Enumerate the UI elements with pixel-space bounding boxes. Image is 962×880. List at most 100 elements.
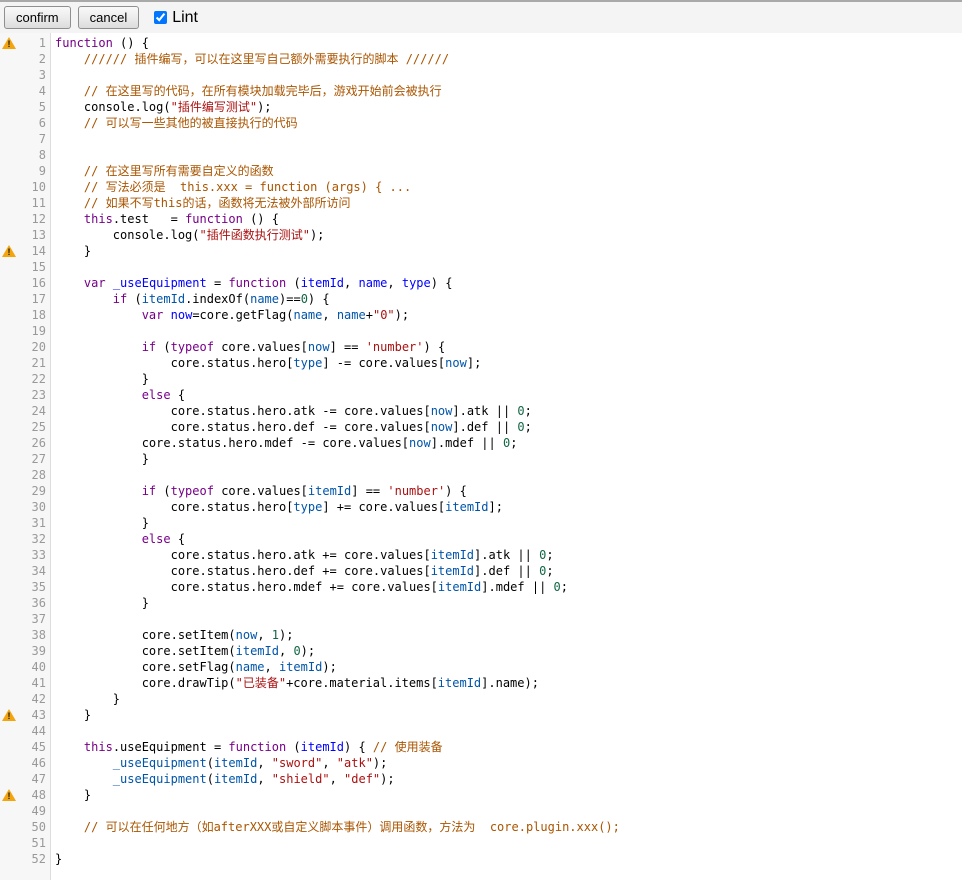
code-line[interactable]: 7 — [0, 131, 962, 147]
lint-gutter-cell — [0, 515, 18, 531]
code-line-text: else { — [51, 531, 185, 547]
code-line[interactable]: 24 core.status.hero.atk -= core.values[n… — [0, 403, 962, 419]
line-number: 34 — [18, 563, 51, 579]
code-line[interactable]: 37 — [0, 611, 962, 627]
code-line[interactable]: 2 ////// 插件编写，可以在这里写自己额外需要执行的脚本 ////// — [0, 51, 962, 67]
line-number: 49 — [18, 803, 51, 819]
code-line-text: if (typeof core.values[itemId] == 'numbe… — [51, 483, 467, 499]
lint-gutter-cell — [0, 451, 18, 467]
code-line[interactable]: 8 — [0, 147, 962, 163]
line-number: 19 — [18, 323, 51, 339]
line-number: 41 — [18, 675, 51, 691]
code-line-text: core.status.hero.atk -= core.values[now]… — [51, 403, 532, 419]
code-line-text: // 在这里写的代码，在所有模块加载完毕后，游戏开始前会被执行 — [51, 83, 442, 99]
code-line-text — [51, 803, 55, 819]
code-line[interactable]: 28 — [0, 467, 962, 483]
code-line[interactable]: !14 } — [0, 243, 962, 259]
code-line[interactable]: 34 core.status.hero.def += core.values[i… — [0, 563, 962, 579]
code-line-text: core.status.hero[type] -= core.values[no… — [51, 355, 481, 371]
code-line[interactable]: 32 else { — [0, 531, 962, 547]
code-line[interactable]: 36 } — [0, 595, 962, 611]
code-line[interactable]: !43 } — [0, 707, 962, 723]
code-line[interactable]: 50 // 可以在任何地方（如afterXXX或自定义脚本事件）调用函数，方法为… — [0, 819, 962, 835]
code-line-text: function () { — [51, 35, 149, 51]
code-line-text: // 如果不写this的话，函数将无法被外部所访问 — [51, 195, 350, 211]
code-line[interactable]: 20 if (typeof core.values[now] == 'numbe… — [0, 339, 962, 355]
lint-gutter-cell — [0, 659, 18, 675]
lint-gutter-cell — [0, 371, 18, 387]
line-number: 33 — [18, 547, 51, 563]
code-line[interactable]: 17 if (itemId.indexOf(name)==0) { — [0, 291, 962, 307]
code-line[interactable]: 23 else { — [0, 387, 962, 403]
code-line[interactable]: 51 — [0, 835, 962, 851]
lint-gutter-cell — [0, 419, 18, 435]
code-line[interactable]: 11 // 如果不写this的话，函数将无法被外部所访问 — [0, 195, 962, 211]
code-line[interactable]: 15 — [0, 259, 962, 275]
code-line[interactable]: !1function () { — [0, 35, 962, 51]
line-number: 26 — [18, 435, 51, 451]
code-line[interactable]: 25 core.status.hero.def -= core.values[n… — [0, 419, 962, 435]
code-line[interactable]: 38 core.setItem(now, 1); — [0, 627, 962, 643]
code-line-text: } — [51, 787, 91, 803]
lint-gutter-cell — [0, 275, 18, 291]
code-line[interactable]: 12 this.test = function () { — [0, 211, 962, 227]
lint-gutter-cell — [0, 611, 18, 627]
code-line[interactable]: !48 } — [0, 787, 962, 803]
line-number: 43 — [18, 707, 51, 723]
line-number: 17 — [18, 291, 51, 307]
lint-warning-icon: ! — [0, 243, 18, 259]
confirm-button[interactable]: confirm — [4, 6, 71, 29]
code-line[interactable]: 40 core.setFlag(name, itemId); — [0, 659, 962, 675]
code-line[interactable]: 49 — [0, 803, 962, 819]
code-line[interactable]: 30 core.status.hero[type] += core.values… — [0, 499, 962, 515]
cancel-button[interactable]: cancel — [78, 6, 140, 29]
code-line[interactable]: 47 _useEquipment(itemId, "shield", "def"… — [0, 771, 962, 787]
code-line[interactable]: 46 _useEquipment(itemId, "sword", "atk")… — [0, 755, 962, 771]
lint-warning-icon: ! — [0, 35, 18, 51]
lint-gutter-cell — [0, 259, 18, 275]
code-line-text: } — [51, 371, 149, 387]
line-number: 29 — [18, 483, 51, 499]
code-line[interactable]: 39 core.setItem(itemId, 0); — [0, 643, 962, 659]
code-line[interactable]: 3 — [0, 67, 962, 83]
code-line-text: _useEquipment(itemId, "shield", "def"); — [51, 771, 395, 787]
code-line-text: _useEquipment(itemId, "sword", "atk"); — [51, 755, 387, 771]
code-line[interactable]: 13 console.log("插件函数执行测试"); — [0, 227, 962, 243]
code-line[interactable]: 9 // 在这里写所有需要自定义的函数 — [0, 163, 962, 179]
code-line[interactable]: 6 // 可以写一些其他的被直接执行的代码 — [0, 115, 962, 131]
code-line[interactable]: 29 if (typeof core.values[itemId] == 'nu… — [0, 483, 962, 499]
code-line[interactable]: 41 core.drawTip("已装备"+core.material.item… — [0, 675, 962, 691]
code-line-text — [51, 323, 55, 339]
code-line[interactable]: 22 } — [0, 371, 962, 387]
code-line-text: } — [51, 707, 91, 723]
code-line-text: core.status.hero.def += core.values[item… — [51, 563, 554, 579]
lint-gutter-cell — [0, 323, 18, 339]
code-editor[interactable]: !1function () {2 ////// 插件编写，可以在这里写自己额外需… — [0, 33, 962, 880]
lint-gutter-cell — [0, 131, 18, 147]
code-line[interactable]: 45 this.useEquipment = function (itemId)… — [0, 739, 962, 755]
code-line[interactable]: 31 } — [0, 515, 962, 531]
code-line[interactable]: 26 core.status.hero.mdef -= core.values[… — [0, 435, 962, 451]
code-line[interactable]: 16 var _useEquipment = function (itemId,… — [0, 275, 962, 291]
code-line[interactable]: 10 // 写法必须是 this.xxx = function (args) {… — [0, 179, 962, 195]
code-line[interactable]: 35 core.status.hero.mdef += core.values[… — [0, 579, 962, 595]
line-number: 31 — [18, 515, 51, 531]
code-line[interactable]: 21 core.status.hero[type] -= core.values… — [0, 355, 962, 371]
code-line[interactable]: 52} — [0, 851, 962, 867]
code-line[interactable]: 27 } — [0, 451, 962, 467]
lint-gutter-cell — [0, 83, 18, 99]
code-line[interactable]: 18 var now=core.getFlag(name, name+"0"); — [0, 307, 962, 323]
code-line-text — [51, 467, 55, 483]
code-line-text: } — [51, 515, 149, 531]
lint-checkbox[interactable] — [154, 11, 167, 24]
code-line[interactable]: 44 — [0, 723, 962, 739]
code-line-text — [51, 67, 55, 83]
line-number: 27 — [18, 451, 51, 467]
code-line[interactable]: 4 // 在这里写的代码，在所有模块加载完毕后，游戏开始前会被执行 — [0, 83, 962, 99]
code-line[interactable]: 5 console.log("插件编写测试"); — [0, 99, 962, 115]
code-line[interactable]: 33 core.status.hero.atk += core.values[i… — [0, 547, 962, 563]
code-line[interactable]: 42 } — [0, 691, 962, 707]
line-number: 4 — [18, 83, 51, 99]
code-line[interactable]: 19 — [0, 323, 962, 339]
code-line-text: core.setItem(now, 1); — [51, 627, 293, 643]
